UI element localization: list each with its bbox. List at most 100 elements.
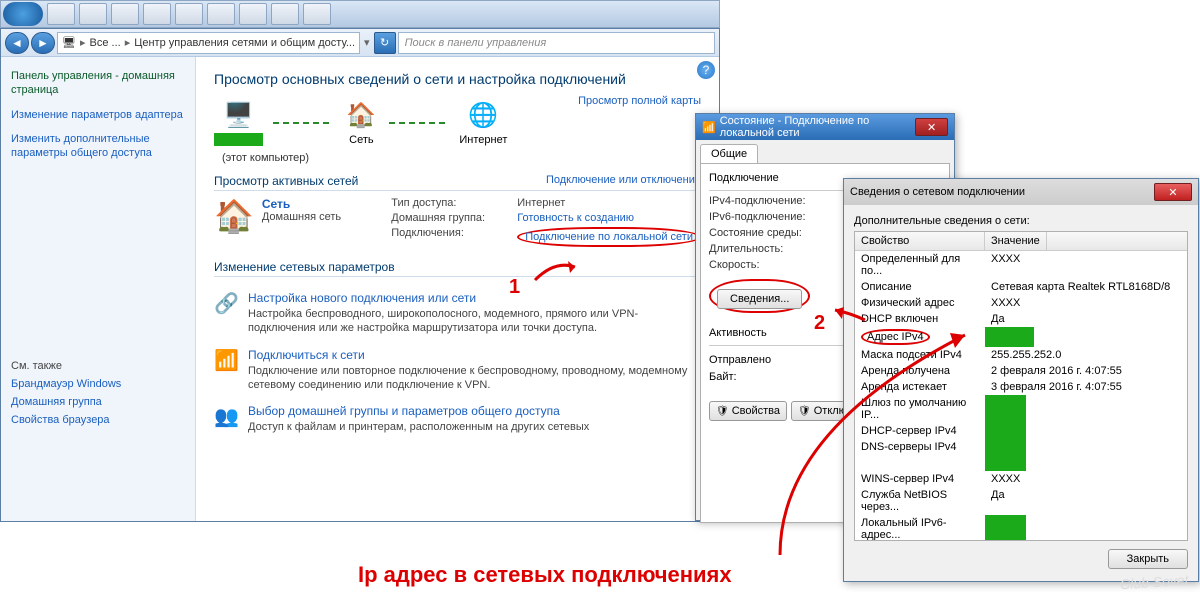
dialog-titlebar[interactable]: Сведения о сетевом подключении ✕ bbox=[844, 179, 1198, 205]
cell-value: 172. .2. bbox=[985, 327, 1034, 347]
taskbar-icon[interactable] bbox=[271, 3, 299, 25]
section-label: Просмотр активных сетей bbox=[214, 174, 358, 188]
change-settings-list: 🔗 Настройка нового подключения или сетиН… bbox=[214, 291, 701, 434]
connection-link[interactable]: Подключение по локальной сети bbox=[517, 227, 701, 247]
dialog-title: Сведения о сетевом подключении bbox=[850, 186, 1025, 198]
change-desc: Настройка беспроводного, широкополосного… bbox=[248, 307, 701, 336]
tab-general[interactable]: Общие bbox=[700, 144, 758, 163]
taskbar bbox=[0, 0, 720, 28]
cell-value: XXXX bbox=[985, 439, 1026, 455]
cell-property: Описание bbox=[855, 279, 985, 295]
node-computer[interactable]: 🖥️ XXXXX bbox=[214, 99, 263, 146]
sidebar: Панель управления - домашняя страница Из… bbox=[1, 57, 196, 521]
taskbar-icon[interactable] bbox=[111, 3, 139, 25]
close-button[interactable]: Закрыть bbox=[1108, 549, 1188, 569]
map-line bbox=[273, 122, 333, 124]
watermark: Club Sovet bbox=[1119, 572, 1188, 593]
this-computer-label: (этот компьютер) bbox=[222, 152, 701, 164]
node-internet[interactable]: 🌐 Интернет bbox=[459, 100, 507, 146]
col-property[interactable]: Свойство bbox=[855, 232, 985, 250]
shield-icon: 🛡 bbox=[716, 406, 729, 417]
annotation-arrow-icon bbox=[830, 305, 870, 325]
col-value[interactable]: Значение bbox=[985, 232, 1047, 250]
table-row[interactable]: Определенный для по...XXXX bbox=[855, 251, 1187, 279]
change-title: Настройка нового подключения или сети bbox=[248, 291, 701, 305]
change-item[interactable]: 👥 Выбор домашней группы и параметров общ… bbox=[214, 404, 701, 434]
change-settings-heading: Изменение сетевых параметров bbox=[214, 260, 701, 277]
taskbar-icon[interactable] bbox=[239, 3, 267, 25]
see-also-label: См. также bbox=[11, 360, 185, 372]
prop-value: Интернет bbox=[517, 197, 565, 209]
dialog-title: Состояние - Подключение по локальной сет… bbox=[720, 115, 916, 139]
full-map-link[interactable]: Просмотр полной карты bbox=[578, 95, 701, 107]
cell-value: XXXX bbox=[985, 455, 1026, 471]
cell-property: Определенный для по... bbox=[855, 251, 985, 279]
dialog-tabs: Общие bbox=[696, 140, 954, 163]
bytes-label: Байт: bbox=[709, 371, 737, 383]
prop-label: Домашняя группа: bbox=[391, 212, 511, 224]
cell-value: XXXX bbox=[985, 471, 1026, 487]
refresh-button[interactable]: ↻ bbox=[374, 32, 396, 54]
cell-property: Физический адрес bbox=[855, 295, 985, 311]
connect-icon: 📶 bbox=[214, 348, 238, 393]
cell-value: Сетевая карта Realtek RTL8168D/8 bbox=[985, 279, 1176, 295]
node-network[interactable]: 🏠 Сеть bbox=[343, 100, 379, 146]
close-button[interactable]: ✕ bbox=[1154, 183, 1192, 201]
dialog-titlebar[interactable]: 📶 Состояние - Подключение по локальной се… bbox=[696, 114, 954, 140]
close-button[interactable]: ✕ bbox=[915, 118, 948, 136]
taskbar-icon[interactable] bbox=[79, 3, 107, 25]
chevron-icon: ▸ bbox=[125, 36, 131, 49]
network-icon: 📶 bbox=[702, 121, 716, 134]
cell-value: XXXX bbox=[985, 515, 1026, 541]
computer-name-redacted: XXXXX bbox=[214, 133, 263, 146]
seealso-homegroup[interactable]: Домашняя группа bbox=[11, 396, 185, 408]
seealso-browser[interactable]: Свойства браузера bbox=[11, 414, 185, 426]
sent-label: Отправлено bbox=[709, 354, 771, 367]
prop-link[interactable]: Готовность к созданию bbox=[517, 212, 634, 224]
change-item[interactable]: 📶 Подключиться к сетиПодключение или пов… bbox=[214, 348, 701, 393]
change-item[interactable]: 🔗 Настройка нового подключения или сетиН… bbox=[214, 291, 701, 336]
help-icon[interactable]: ? bbox=[697, 61, 715, 79]
cell-value: Да bbox=[985, 311, 1011, 327]
network-name[interactable]: Сеть bbox=[262, 197, 341, 211]
homegroup-icon: 👥 bbox=[214, 404, 238, 434]
search-input[interactable]: Поиск в панели управления bbox=[398, 32, 715, 54]
network-map: 🖥️ XXXXX 🏠 Сеть 🌐 Интернет Просмотр полн… bbox=[214, 99, 701, 146]
taskbar-icon[interactable] bbox=[175, 3, 203, 25]
forward-button[interactable]: ► bbox=[31, 32, 55, 54]
cell-value: Да bbox=[985, 487, 1011, 515]
taskbar-icon[interactable] bbox=[207, 3, 235, 25]
cell-property: DHCP включен bbox=[855, 311, 985, 327]
table-row[interactable]: DHCP включенДа bbox=[855, 311, 1187, 327]
cell-value: 255.255.252.0 bbox=[985, 347, 1067, 363]
annotation-arrow-icon bbox=[530, 255, 580, 285]
sidebar-link-adapter[interactable]: Изменение параметров адаптера bbox=[11, 108, 185, 122]
table-row[interactable]: ОписаниеСетевая карта Realtek RTL8168D/8 bbox=[855, 279, 1187, 295]
breadcrumb[interactable]: 🖥 ▸ Все ... ▸ Центр управления сетями и … bbox=[57, 32, 360, 54]
btn-label: Свойства bbox=[732, 405, 780, 417]
taskbar-icon[interactable] bbox=[303, 3, 331, 25]
breadcrumb-icon: 🖥 bbox=[62, 36, 76, 49]
control-panel-home-link[interactable]: Панель управления - домашняя страница bbox=[11, 69, 185, 98]
subtitle: Дополнительные сведения о сети: bbox=[854, 215, 1188, 227]
node-label: Интернет bbox=[459, 134, 507, 146]
connect-disconnect-link[interactable]: Подключение или отключение bbox=[546, 174, 701, 188]
cell-value: 3 февраля 2016 г. 4:07:55 bbox=[985, 379, 1128, 395]
start-button[interactable] bbox=[3, 2, 43, 26]
prop-label: Подключения: bbox=[391, 227, 511, 247]
prop-label: Длительность: bbox=[709, 243, 783, 255]
prop-label: Скорость: bbox=[709, 259, 760, 271]
network-type: Домашняя сеть bbox=[262, 211, 341, 223]
dropdown-icon[interactable]: ▾ bbox=[364, 36, 370, 49]
back-button[interactable]: ◄ bbox=[5, 32, 29, 54]
sidebar-link-sharing[interactable]: Изменить дополнительные параметры общего… bbox=[11, 132, 185, 161]
taskbar-icon[interactable] bbox=[47, 3, 75, 25]
globe-icon: 🌐 bbox=[465, 100, 501, 132]
seealso-firewall[interactable]: Брандмауэр Windows bbox=[11, 378, 185, 390]
taskbar-icon[interactable] bbox=[143, 3, 171, 25]
details-button[interactable]: Сведения... bbox=[717, 289, 802, 309]
main-content: ? Просмотр основных сведений о сети и на… bbox=[196, 57, 719, 521]
annotation-arrow-icon bbox=[775, 330, 975, 560]
table-row[interactable]: Физический адресXXXX bbox=[855, 295, 1187, 311]
node-label: Сеть bbox=[349, 134, 373, 146]
